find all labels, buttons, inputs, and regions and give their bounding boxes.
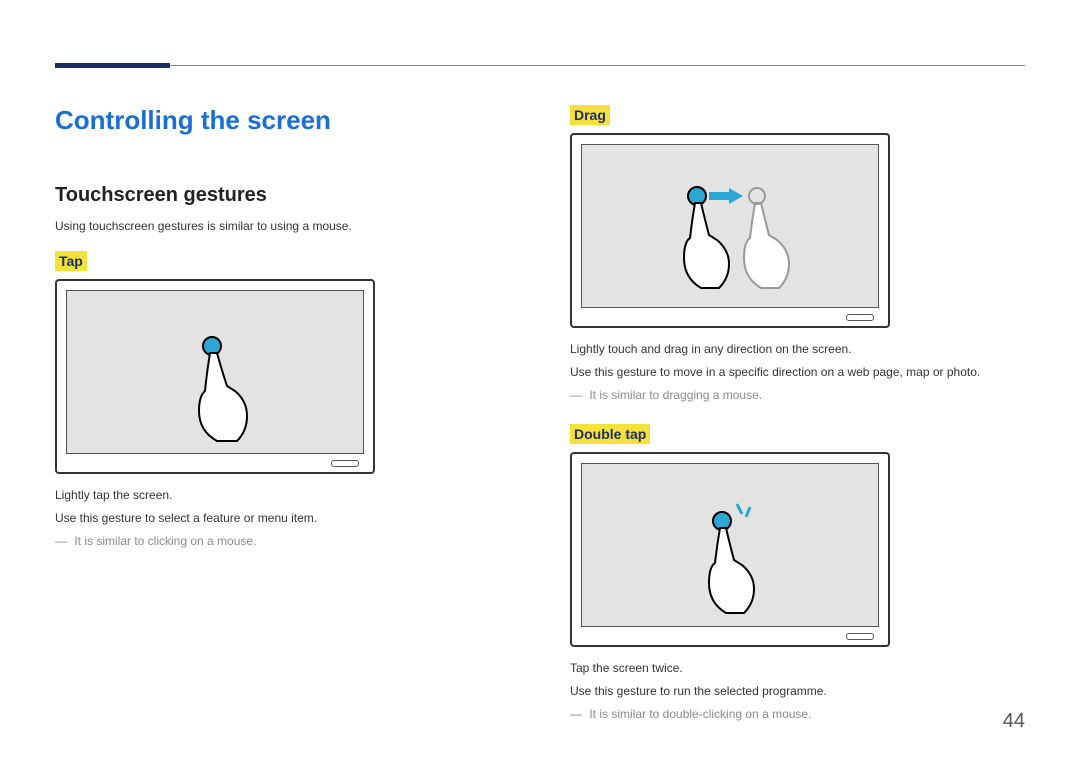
hand-drag-icon <box>657 180 817 300</box>
gesture-drag-note: It is similar to dragging a mouse. <box>570 386 1025 405</box>
gesture-double-tap: Double tap Tap the screen twice. Use thi… <box>570 424 1025 725</box>
gesture-double-tap-note: It is similar to double-clicking on a mo… <box>570 705 1025 724</box>
gesture-drag-desc1: Lightly touch and drag in any direction … <box>570 340 1025 359</box>
gesture-tap-desc2: Use this gesture to select a feature or … <box>55 509 510 528</box>
gesture-drag-desc2: Use this gesture to move in a specific d… <box>570 363 1025 382</box>
hand-tap-icon <box>177 331 267 451</box>
header-divider <box>55 65 1025 66</box>
gesture-drag-illustration <box>570 133 890 328</box>
hand-double-tap-icon <box>682 499 792 619</box>
gesture-double-tap-desc2: Use this gesture to run the selected pro… <box>570 682 1025 701</box>
page-title: Controlling the screen <box>55 105 510 136</box>
gesture-tap: Tap Lightly tap the screen. Use this ges… <box>55 251 510 552</box>
gesture-tap-note: It is similar to clicking on a mouse. <box>55 532 510 551</box>
left-column: Controlling the screen Touchscreen gestu… <box>55 105 510 742</box>
gesture-tap-illustration <box>55 279 375 474</box>
gesture-double-tap-title: Double tap <box>570 424 650 444</box>
header-accent <box>55 63 170 68</box>
gesture-tap-desc1: Lightly tap the screen. <box>55 486 510 505</box>
gesture-double-tap-desc1: Tap the screen twice. <box>570 659 1025 678</box>
gesture-tap-title: Tap <box>55 251 87 271</box>
section-heading: Touchscreen gestures <box>55 184 510 207</box>
content-columns: Controlling the screen Touchscreen gestu… <box>55 105 1025 742</box>
section-intro: Using touchscreen gestures is similar to… <box>55 219 510 233</box>
page-number: 44 <box>1003 710 1025 733</box>
gesture-drag: Drag Lightly touch and drag in any direc… <box>570 105 1025 406</box>
gesture-drag-title: Drag <box>570 105 610 125</box>
gesture-double-tap-illustration <box>570 452 890 647</box>
right-column: Drag Lightly touch and drag in any direc… <box>570 105 1025 742</box>
